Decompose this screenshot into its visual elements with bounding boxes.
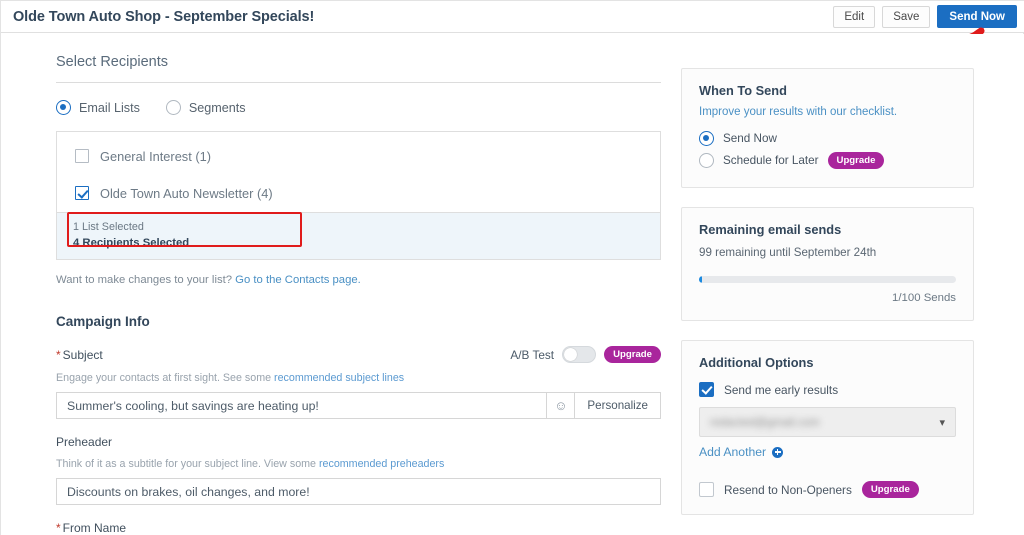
additional-options-card: Additional Options Send me early results… [681,340,974,515]
smiley-face-icon[interactable]: ☺ [546,393,574,418]
checkbox-general-interest[interactable] [75,149,89,163]
list-item-olde-town-auto-newsletter[interactable]: Olde Town Auto Newsletter (4) [57,174,660,212]
radio-segments[interactable]: Segments [166,100,246,115]
sends-progress-fill [699,276,702,283]
remaining-sends-subtitle: 99 remaining until September 24th [699,246,956,259]
when-to-send-card: When To Send Improve your results with o… [681,68,974,188]
ab-test-label: A/B Test [510,348,554,362]
list-item-olde-town-auto-newsletter-label: Olde Town Auto Newsletter (4) [100,186,273,201]
radio-schedule-for-later-label: Schedule for Later [723,154,819,167]
recipients-selected-count: 4 Recipients Selected [73,237,644,249]
toolbar-actions: Edit Save Send Now [833,5,1017,28]
email-list-box: General Interest (1) Olde Town Auto News… [56,131,661,260]
add-another-label: Add Another [699,445,766,459]
list-item-general-interest[interactable]: General Interest (1) [57,132,660,174]
checklist-link[interactable]: Improve your results with our checklist. [699,106,956,118]
plus-circle-icon [772,447,783,458]
editor-content: Select Recipients Email Lists Segments G… [1,34,1024,535]
remaining-sends-title: Remaining email sends [699,222,956,237]
radio-schedule-for-later[interactable]: Schedule for Later Upgrade [699,149,956,171]
recipients-summary: 1 List Selected 4 Recipients Selected [57,212,660,259]
lists-selected-count: 1 List Selected [73,221,644,233]
resend-upgrade-badge[interactable]: Upgrade [862,481,919,498]
recommended-subject-lines-link[interactable]: recommended subject lines [274,372,404,384]
additional-options-title: Additional Options [699,355,956,370]
radio-segments-indicator [166,100,181,115]
list-item-general-interest-label: General Interest (1) [100,149,211,164]
right-column: When To Send Improve your results with o… [681,68,974,534]
from-name-label: *From Name [56,521,661,535]
ab-test-toggle[interactable] [562,346,596,363]
add-another-button[interactable]: Add Another [699,445,956,459]
save-button[interactable]: Save [882,6,930,28]
checkbox-olde-town-auto-newsletter[interactable] [75,186,89,200]
send-now-button[interactable]: Send Now [937,5,1017,28]
early-results-email-value: redacted@gmail.com [710,416,939,429]
subject-input-group: ☺ Personalize [56,392,661,419]
radio-email-lists-label: Email Lists [79,101,140,115]
subject-label-text: Subject [63,348,103,362]
radio-send-now-indicator [699,131,714,146]
radio-email-lists[interactable]: Email Lists [56,100,140,115]
from-name-required-marker: * [56,521,61,535]
personalize-button[interactable]: Personalize [574,393,660,418]
radio-send-now-label: Send Now [723,132,777,145]
campaign-editor-window: Olde Town Auto Shop - September Specials… [0,0,1024,535]
chevron-down-icon: ▾ [939,416,945,429]
radio-schedule-for-later-indicator [699,153,714,168]
remaining-sends-card: Remaining email sends 99 remaining until… [681,207,974,321]
preheader-helper-text: Think of it as a subtitle for your subje… [56,458,316,470]
contacts-note-text: Want to make changes to your list? [56,274,232,286]
resend-non-openers-option[interactable]: Resend to Non-Openers Upgrade [699,481,956,498]
subject-input[interactable] [57,393,546,418]
edit-button[interactable]: Edit [833,6,875,28]
ab-test-control: A/B Test Upgrade [510,346,661,363]
subject-label: *Subject [56,348,103,362]
recipient-source-radio-group: Email Lists Segments [56,100,661,115]
top-toolbar: Olde Town Auto Shop - September Specials… [1,1,1024,33]
checkbox-resend-to-non-openers[interactable] [699,482,714,497]
select-recipients-heading: Select Recipients [56,54,661,83]
send-me-early-results-label: Send me early results [724,383,838,397]
early-results-option[interactable]: Send me early results [699,382,956,397]
from-name-label-text: From Name [63,521,126,535]
when-to-send-title: When To Send [699,83,956,98]
contacts-note: Want to make changes to your list? Go to… [56,274,661,286]
radio-email-lists-indicator [56,100,71,115]
subject-helper-text: Engage your contacts at first sight. See… [56,372,271,384]
preheader-helper: Think of it as a subtitle for your subje… [56,458,661,470]
subject-helper: Engage your contacts at first sight. See… [56,372,661,384]
preheader-label: Preheader [56,435,661,449]
subject-required-marker: * [56,348,61,362]
sends-progress-bar [699,276,956,283]
preheader-input[interactable] [56,478,661,505]
left-column: Select Recipients Email Lists Segments G… [56,54,661,535]
sends-progress-caption: 1/100 Sends [699,292,956,304]
checkbox-send-me-early-results[interactable] [699,382,714,397]
subject-field-row: *Subject A/B Test Upgrade [56,346,661,363]
radio-segments-label: Segments [189,101,246,115]
radio-send-now[interactable]: Send Now [699,127,956,149]
ab-test-upgrade-badge[interactable]: Upgrade [604,346,661,363]
page-title: Olde Town Auto Shop - September Specials… [13,9,314,25]
schedule-upgrade-badge[interactable]: Upgrade [828,152,885,169]
campaign-info-heading: Campaign Info [56,314,661,329]
resend-to-non-openers-label: Resend to Non-Openers [724,483,852,497]
recommended-preheaders-link[interactable]: recommended preheaders [319,458,444,470]
go-to-contacts-link[interactable]: Go to the Contacts page. [235,274,361,286]
early-results-email-select[interactable]: redacted@gmail.com ▾ [699,407,956,437]
send-time-radio-group: Send Now Schedule for Later Upgrade [699,127,956,171]
